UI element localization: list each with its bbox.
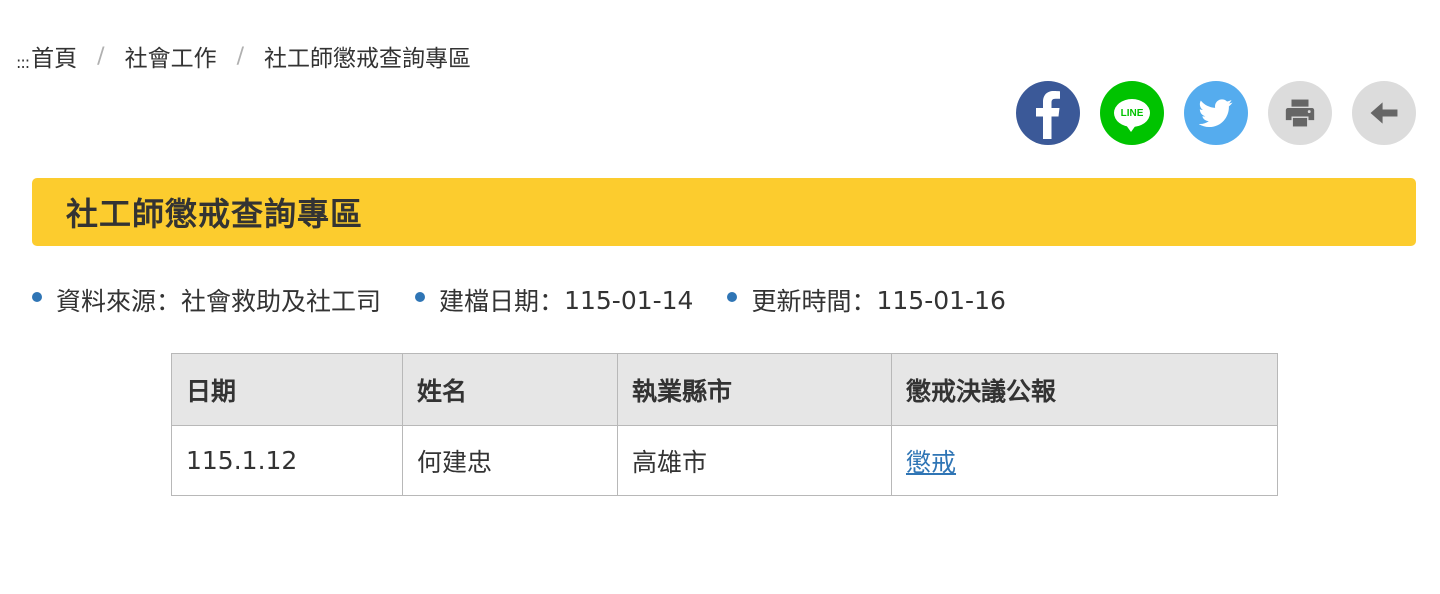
meta-source: 資料來源 ： 社會救助及社工司 <box>32 282 381 318</box>
meta-value: 社會救助及社工司 <box>181 287 382 316</box>
breadcrumb-dots: ::: <box>16 52 30 72</box>
meta-value: 115-01-14 <box>564 285 694 315</box>
bullet-icon <box>32 292 42 302</box>
cell-date: 115.1.12 <box>171 425 403 496</box>
breadcrumb-separator: / <box>97 43 105 69</box>
cell-bulletin: 懲戒 <box>891 425 1278 496</box>
meta-colon: ： <box>539 287 565 316</box>
cell-name: 何建忠 <box>402 425 618 496</box>
breadcrumb-separator: / <box>236 43 245 69</box>
print-icon <box>1285 99 1315 127</box>
twitter-icon <box>1199 99 1233 128</box>
breadcrumb-home-link[interactable]: 首頁 <box>31 39 77 73</box>
table-header-row: 日期 姓名 執業縣市 懲戒決議公報 <box>171 353 1278 426</box>
line-icon-label: LINE <box>1120 107 1144 119</box>
page-title-bar: 社工師懲戒查詢專區 <box>32 178 1416 246</box>
breadcrumb: ::: 首頁 / 社會工作 / 社工師懲戒查詢專區 <box>16 38 471 74</box>
column-header-name: 姓名 <box>402 353 618 426</box>
arrow-left-icon <box>1370 102 1398 124</box>
bullet-icon <box>727 292 738 302</box>
print-button[interactable] <box>1268 81 1332 145</box>
meta-info: 資料來源 ： 社會救助及社工司 建檔日期 ： 115-01-14 更新時間 ： … <box>32 280 1040 320</box>
breadcrumb-social-work-link[interactable]: 社會工作 <box>125 39 217 73</box>
column-header-city: 執業縣市 <box>617 353 892 426</box>
discipline-table: 日期 姓名 執業縣市 懲戒決議公報 115.1.12 何建忠 高雄市 懲戒 <box>171 353 1278 496</box>
share-toolbar: LINE <box>1016 81 1416 145</box>
table-row: 115.1.12 何建忠 高雄市 懲戒 <box>171 425 1278 496</box>
column-header-date: 日期 <box>171 353 403 426</box>
meta-label: 建檔日期 <box>439 287 540 316</box>
line-icon: LINE <box>1114 99 1150 132</box>
back-button[interactable] <box>1352 81 1416 145</box>
column-header-bulletin: 懲戒決議公報 <box>891 353 1278 426</box>
meta-label: 更新時間 <box>751 287 852 316</box>
breadcrumb-current-page[interactable]: 社工師懲戒查詢專區 <box>264 39 471 73</box>
bulletin-link[interactable]: 懲戒 <box>906 448 956 477</box>
meta-colon: ： <box>851 287 877 316</box>
line-share-button[interactable]: LINE <box>1100 81 1164 145</box>
facebook-share-button[interactable] <box>1016 81 1080 145</box>
facebook-icon <box>1036 91 1060 139</box>
meta-updated-time: 更新時間 ： 115-01-16 <box>727 282 1006 318</box>
twitter-share-button[interactable] <box>1184 81 1248 145</box>
bullet-icon <box>415 292 426 302</box>
cell-city: 高雄市 <box>617 425 892 496</box>
meta-value: 115-01-16 <box>876 285 1006 315</box>
page-title: 社工師懲戒查詢專區 <box>66 195 364 233</box>
meta-colon: ： <box>156 287 182 316</box>
meta-label: 資料來源 <box>56 287 157 316</box>
meta-created-date: 建檔日期 ： 115-01-14 <box>415 282 693 318</box>
